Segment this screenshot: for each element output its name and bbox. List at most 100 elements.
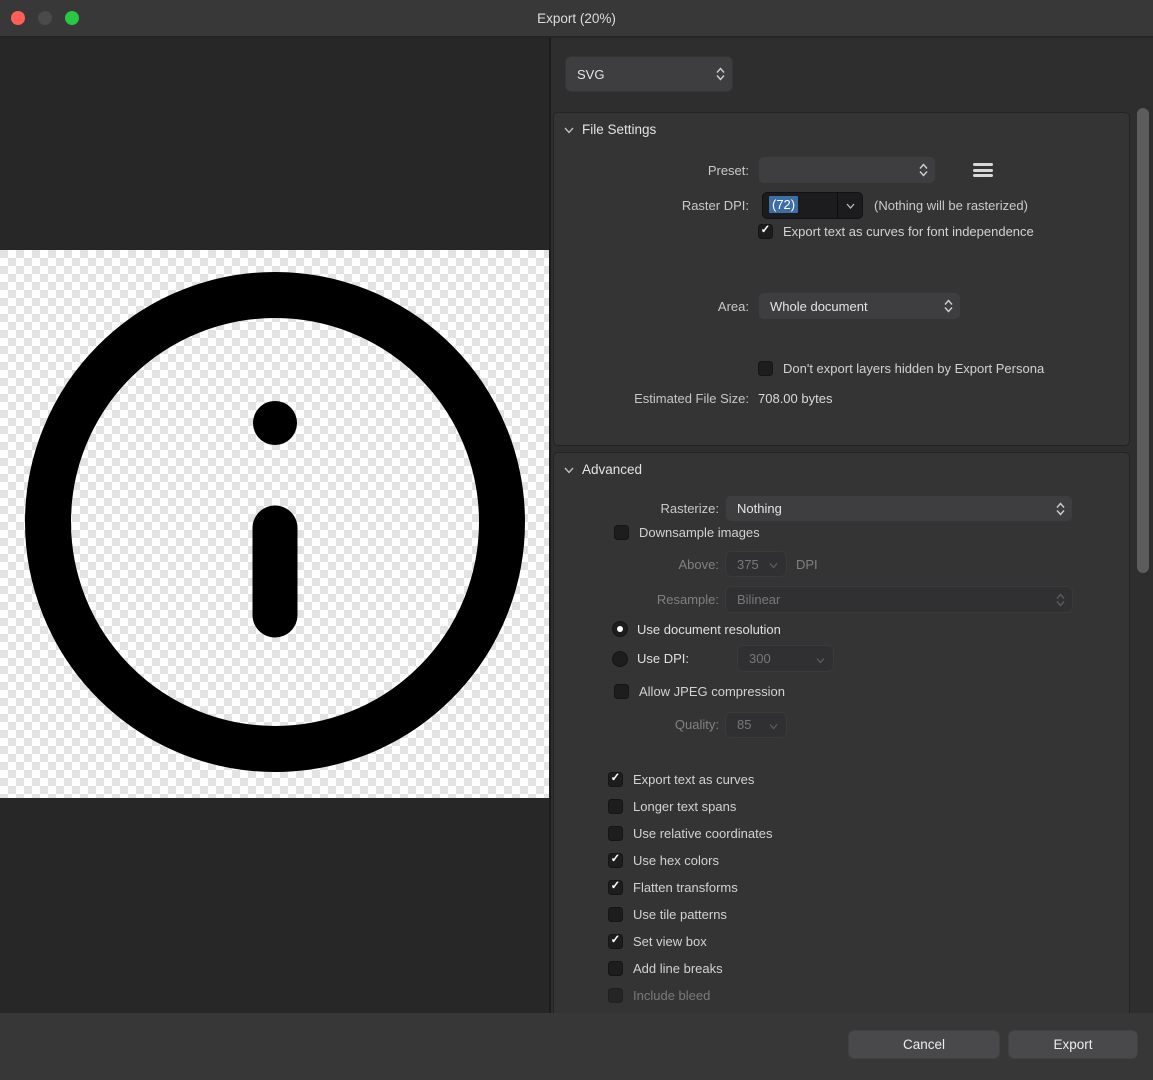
- raster-dpi-input[interactable]: (72): [762, 192, 863, 219]
- option-use-relative-coordinates[interactable]: ✓ Use relative coordinates: [608, 825, 772, 841]
- resample-row: Resample: Bilinear: [554, 586, 1129, 613]
- area-row: Area: Whole document: [554, 292, 1129, 320]
- downsample-checkbox-label: Downsample images: [639, 525, 760, 540]
- checkbox-icon: ✓: [608, 988, 623, 1003]
- use-dpi-select: 300: [737, 645, 834, 672]
- preset-label: Preset:: [554, 163, 749, 178]
- raster-dpi-value: (72): [769, 196, 798, 213]
- option-longer-text-spans[interactable]: ✓ Longer text spans: [608, 798, 772, 814]
- checkbox-icon: ✓: [614, 525, 629, 540]
- option-label: Export text as curves: [633, 772, 754, 787]
- preview-pane: [0, 38, 549, 1013]
- use-dpi-label: Use DPI:: [637, 651, 689, 666]
- option-label: Include bleed: [633, 988, 710, 1003]
- allow-jpeg-checkbox[interactable]: ✓ Allow JPEG compression: [554, 683, 1129, 699]
- rasterize-row: Rasterize: Nothing: [554, 495, 1129, 522]
- downsample-checkbox[interactable]: ✓ Downsample images: [554, 524, 1129, 540]
- option-use-hex-colors[interactable]: ✓ Use hex colors: [608, 852, 772, 868]
- estimated-size-label: Estimated File Size:: [554, 391, 749, 406]
- option-use-tile-patterns[interactable]: ✓ Use tile patterns: [608, 906, 772, 922]
- area-select-value: Whole document: [759, 299, 960, 314]
- above-dpi-suffix: DPI: [796, 557, 818, 572]
- export-dialog: Export (20%) SVG File Sett: [0, 0, 1153, 1080]
- chevron-down-icon: [769, 557, 778, 572]
- option-label: Set view box: [633, 934, 707, 949]
- above-select: 375: [725, 551, 787, 577]
- option-label: Use tile patterns: [633, 907, 727, 922]
- chevron-down-icon: [564, 467, 574, 474]
- curves-font-checkbox[interactable]: ✓ Export text as curves for font indepen…: [554, 223, 1129, 239]
- checkbox-icon: ✓: [608, 880, 623, 895]
- preset-menu-icon[interactable]: [973, 163, 993, 177]
- option-add-line-breaks[interactable]: ✓ Add line breaks: [608, 960, 772, 976]
- rasterize-label: Rasterize:: [554, 501, 719, 516]
- above-label: Above:: [554, 557, 719, 572]
- scrollbar-thumb[interactable]: [1137, 108, 1149, 573]
- estimated-size-value: 708.00 bytes: [758, 391, 832, 406]
- hidden-layers-checkbox-label: Don't export layers hidden by Export Per…: [783, 361, 1044, 376]
- allow-jpeg-checkbox-label: Allow JPEG compression: [639, 684, 785, 699]
- option-label: Add line breaks: [633, 961, 723, 976]
- option-label: Use relative coordinates: [633, 826, 772, 841]
- use-dpi-radio[interactable]: Use DPI: 300: [554, 645, 1129, 672]
- raster-dpi-dropdown-arrow[interactable]: [837, 193, 862, 218]
- hidden-layers-checkbox[interactable]: ✓ Don't export layers hidden by Export P…: [554, 360, 1129, 376]
- stepper-icon: [919, 164, 928, 177]
- resample-label: Resample:: [554, 592, 719, 607]
- chevron-down-icon: [816, 651, 825, 666]
- checkbox-icon: ✓: [608, 853, 623, 868]
- stepper-icon: [1056, 593, 1065, 606]
- estimated-size-row: Estimated File Size: 708.00 bytes: [554, 389, 1129, 407]
- resample-select-value: Bilinear: [726, 592, 1072, 607]
- window-title: Export (20%): [0, 0, 1153, 37]
- checkbox-icon: ✓: [758, 361, 773, 376]
- advanced-section: Advanced Rasterize: Nothing ✓ Downsample…: [553, 452, 1130, 1013]
- checkbox-icon: ✓: [608, 772, 623, 787]
- raster-dpi-label: Raster DPI:: [554, 198, 749, 213]
- checkbox-icon: ✓: [758, 224, 773, 239]
- info-icon-preview: [0, 250, 549, 798]
- stepper-icon: [944, 300, 953, 313]
- above-row: Above: 375 DPI: [554, 551, 1129, 577]
- svg-options-list: ✓ Export text as curves ✓ Longer text sp…: [608, 771, 772, 1003]
- curves-font-checkbox-label: Export text as curves for font independe…: [783, 224, 1034, 239]
- radio-icon: [612, 621, 628, 637]
- cancel-button[interactable]: Cancel: [848, 1030, 1000, 1059]
- advanced-header[interactable]: Advanced: [564, 462, 642, 477]
- checkbox-icon: ✓: [608, 826, 623, 841]
- file-settings-section: File Settings Preset: Raster DPI: (: [553, 112, 1130, 446]
- option-label: Use hex colors: [633, 853, 719, 868]
- option-label: Flatten transforms: [633, 880, 738, 895]
- area-select[interactable]: Whole document: [758, 292, 961, 320]
- titlebar: Export (20%): [0, 0, 1153, 37]
- checkbox-icon: ✓: [608, 799, 623, 814]
- format-select[interactable]: SVG: [565, 56, 733, 92]
- file-settings-header[interactable]: File Settings: [564, 122, 656, 137]
- preset-row: Preset:: [554, 156, 1129, 184]
- option-flatten-transforms[interactable]: ✓ Flatten transforms: [608, 879, 772, 895]
- chevron-down-icon: [564, 127, 574, 134]
- advanced-title: Advanced: [582, 462, 642, 477]
- radio-icon: [612, 651, 628, 667]
- stepper-icon: [1056, 502, 1065, 515]
- option-export-text-as-curves[interactable]: ✓ Export text as curves: [608, 771, 772, 787]
- file-settings-title: File Settings: [582, 122, 656, 137]
- option-set-view-box[interactable]: ✓ Set view box: [608, 933, 772, 949]
- resample-select: Bilinear: [725, 586, 1073, 613]
- settings-pane: SVG File Settings Preset:: [551, 38, 1153, 1013]
- quality-row: Quality: 85: [554, 711, 1129, 738]
- checkbox-icon: ✓: [608, 961, 623, 976]
- area-label: Area:: [554, 299, 749, 314]
- checkbox-icon: ✓: [608, 907, 623, 922]
- stepper-icon: [716, 68, 725, 81]
- raster-dpi-row: Raster DPI: (72) (Nothing will be raster…: [554, 192, 1129, 219]
- footer-bar: Cancel Export: [0, 1013, 1153, 1080]
- chevron-down-icon: [769, 717, 778, 732]
- preset-select[interactable]: [758, 156, 936, 184]
- rasterize-select[interactable]: Nothing: [725, 495, 1073, 522]
- export-button[interactable]: Export: [1008, 1030, 1138, 1059]
- use-document-resolution-radio[interactable]: Use document resolution: [554, 621, 1129, 637]
- checkbox-icon: ✓: [614, 684, 629, 699]
- quality-select: 85: [725, 712, 787, 738]
- transparency-checkerboard: [0, 250, 549, 798]
